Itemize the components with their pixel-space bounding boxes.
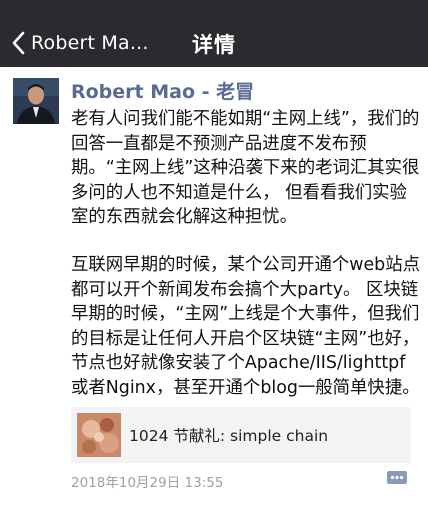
comment-icon[interactable] (386, 469, 408, 487)
moment-detail: Robert Mao - 老冒 老有人问我们能不能如期“主网上线”，我们的回答一… (0, 67, 428, 512)
post-body: 老有人问我们能不能如期“主网上线”，我们的回答一直都是不预测产品进度不发布预期。… (71, 107, 421, 401)
page-title: 详情 (192, 33, 236, 57)
post-timestamp: 2018年10月29日 13:55 (71, 475, 224, 491)
navigation-bar: Robert Ma... 详情 (0, 0, 428, 67)
link-card-title: 1024 节献礼: simple chain (129, 427, 329, 445)
post-paragraph: 互联网早期的时候，某个公司开通个web站点都可以开个新闻发布会搞个大party。… (71, 254, 420, 398)
avatar[interactable] (13, 78, 59, 124)
link-thumbnail (77, 413, 121, 457)
author-name[interactable]: Robert Mao - 老冒 (71, 77, 254, 104)
shared-link-card[interactable]: 1024 节献礼: simple chain (71, 407, 411, 463)
post-paragraph: 老有人问我们能不能如期“主网上线”，我们的回答一直都是不预测产品进度不发布预期。… (71, 109, 420, 228)
